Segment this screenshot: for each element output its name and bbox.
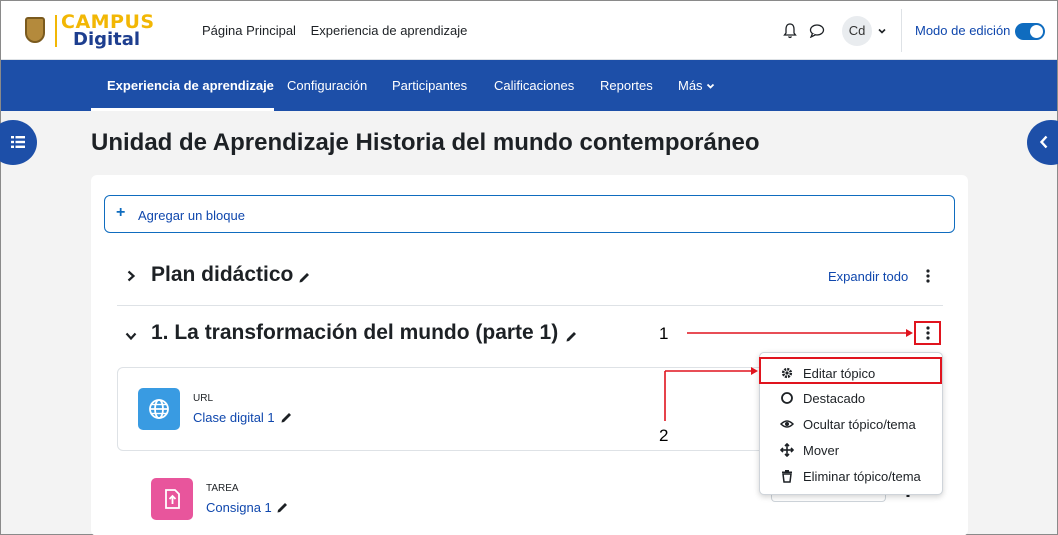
- move-arrows-icon: [780, 443, 794, 457]
- menu-item-move[interactable]: Mover: [760, 437, 942, 463]
- menu-item-delete-topic[interactable]: Eliminar tópico/tema: [760, 463, 942, 489]
- page-title: Unidad de Aprendizaje Historia del mundo…: [91, 129, 760, 156]
- course-secondary-nav: Experiencia de aprendizaje Configuración…: [1, 60, 1057, 111]
- user-avatar[interactable]: Cd: [842, 16, 872, 46]
- step-number-1: 1: [659, 324, 669, 343]
- chevron-down-icon: [707, 83, 715, 89]
- highlight-box-edit-topic: [759, 357, 942, 384]
- primary-nav: Página Principal Experiencia de aprendiz…: [202, 23, 478, 38]
- tab-more-label: Más: [678, 78, 703, 93]
- tab-grades[interactable]: Calificaciones: [494, 78, 574, 93]
- tab-learning-experience[interactable]: Experiencia de aprendizaje: [107, 78, 274, 93]
- section-title-topic-1[interactable]: 1. La transformación del mundo (parte 1): [151, 321, 558, 345]
- tab-participants[interactable]: Participantes: [392, 78, 467, 93]
- section-title-plan[interactable]: Plan didáctico: [151, 263, 293, 287]
- pencil-icon[interactable]: [298, 271, 311, 284]
- university-shield-icon: [25, 17, 45, 43]
- edit-mode-label: Modo de edición: [915, 23, 1011, 38]
- globe-icon: [138, 388, 180, 430]
- list-icon: [11, 136, 25, 148]
- tab-settings[interactable]: Configuración: [287, 78, 367, 93]
- trash-icon: [782, 470, 792, 483]
- assignment-upload-icon: [151, 478, 193, 520]
- pencil-icon[interactable]: [276, 501, 289, 514]
- pencil-icon[interactable]: [280, 411, 293, 424]
- top-navbar: CAMPUS Digital Página Principal Experien…: [1, 1, 1057, 60]
- active-tab-indicator: [91, 108, 274, 111]
- kebab-menu-icon[interactable]: [926, 269, 930, 283]
- pencil-icon[interactable]: [565, 330, 578, 343]
- nav-link-learning[interactable]: Experiencia de aprendizaje: [311, 23, 468, 38]
- activity-type-label: URL: [193, 393, 214, 404]
- eye-icon: [780, 420, 794, 428]
- expand-all-link[interactable]: Expandir todo: [828, 269, 908, 284]
- menu-item-label: Mover: [803, 443, 840, 458]
- logo-divider: [55, 15, 57, 47]
- menu-item-label: Ocultar tópico/tema: [803, 417, 916, 432]
- chevron-left-icon: [1039, 135, 1048, 149]
- messages-icon[interactable]: [809, 23, 825, 38]
- course-index-drawer-button[interactable]: [0, 120, 37, 165]
- activity-link[interactable]: Clase digital 1: [193, 410, 275, 425]
- menu-item-hide-topic[interactable]: Ocultar tópico/tema: [760, 411, 942, 437]
- chevron-right-icon[interactable]: [125, 270, 137, 282]
- activity-type-label: TAREA: [206, 483, 239, 494]
- logo-text-bottom: Digital: [73, 29, 141, 50]
- menu-item-label: Destacado: [803, 391, 866, 406]
- block-drawer-button[interactable]: [1027, 120, 1058, 165]
- divider: [901, 9, 902, 52]
- bell-icon[interactable]: [783, 23, 797, 39]
- menu-item-label: Eliminar tópico/tema: [803, 469, 921, 484]
- menu-item-highlight[interactable]: Destacado: [760, 385, 942, 411]
- nav-link-home[interactable]: Página Principal: [202, 23, 296, 38]
- step-number-2: 2: [659, 426, 669, 445]
- campus-digital-logo[interactable]: CAMPUS Digital: [19, 11, 169, 50]
- circle-icon: [781, 392, 793, 404]
- section-divider: [117, 305, 943, 306]
- tab-more[interactable]: Más: [678, 78, 715, 93]
- highlight-box-kebab: [914, 321, 941, 345]
- activity-link[interactable]: Consigna 1: [206, 500, 272, 515]
- add-block-button[interactable]: + Agregar un bloque: [104, 195, 955, 233]
- chevron-down-icon[interactable]: [878, 27, 886, 35]
- plus-icon: +: [116, 204, 126, 221]
- chevron-down-icon[interactable]: [125, 330, 137, 342]
- tab-reports[interactable]: Reportes: [600, 78, 653, 93]
- add-block-label: Agregar un bloque: [138, 208, 245, 223]
- activity-card: [117, 367, 777, 451]
- edit-mode-toggle[interactable]: [1015, 23, 1045, 40]
